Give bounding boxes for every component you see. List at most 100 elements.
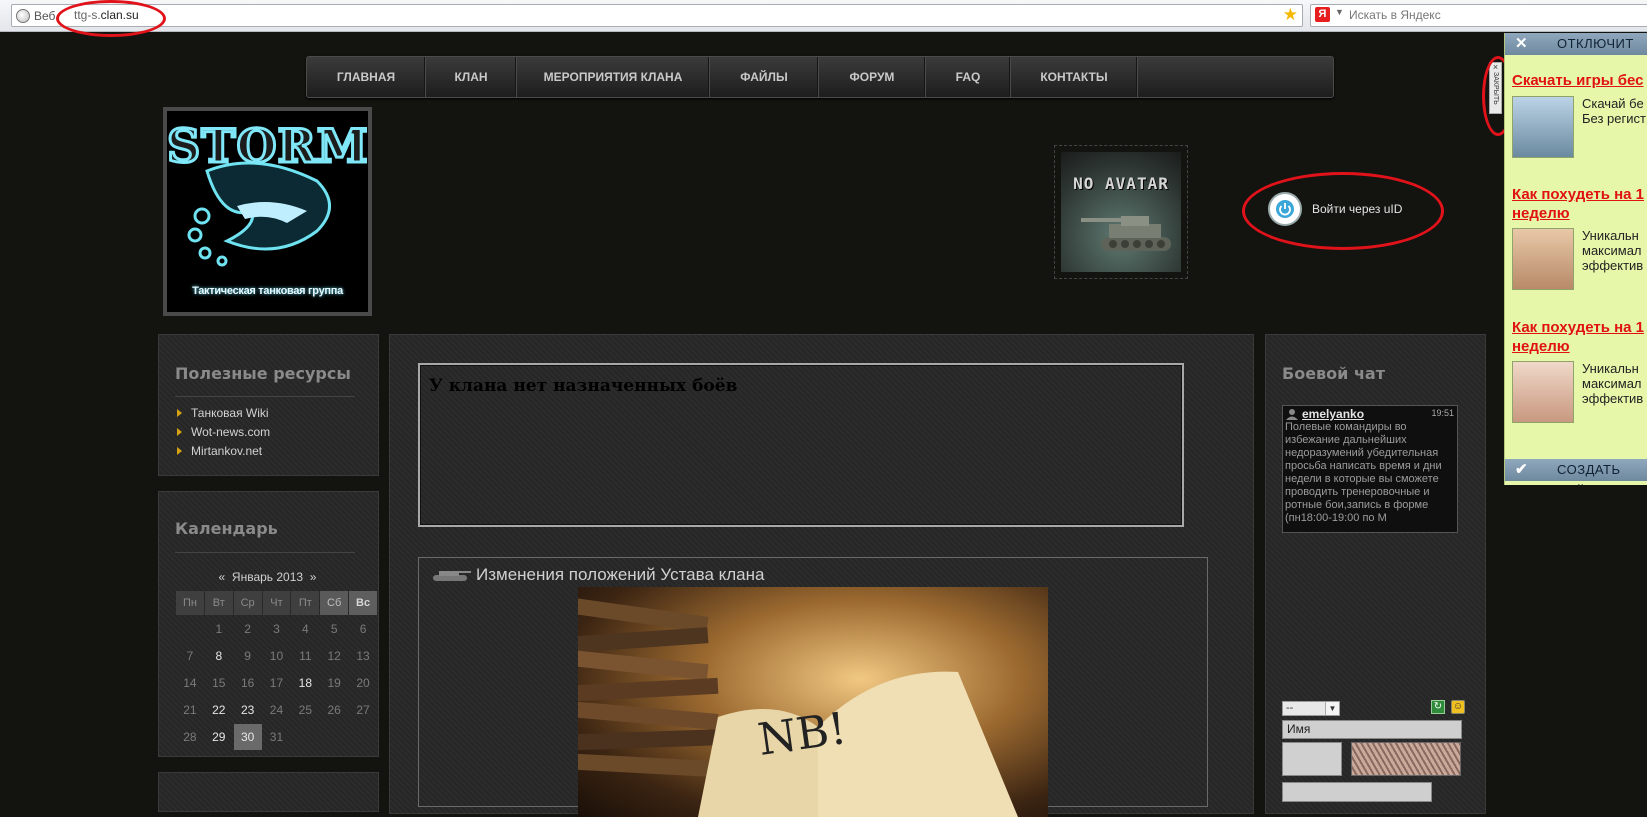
- calendar-day[interactable]: 23: [234, 697, 262, 723]
- calendar-day[interactable]: 29: [205, 724, 233, 750]
- resource-link-mirtankov[interactable]: Mirtankov.net: [177, 444, 270, 458]
- news-title[interactable]: Изменения положений Устава клана: [476, 565, 764, 585]
- nav-home[interactable]: ГЛАВНАЯ: [307, 57, 426, 97]
- calendar-day: 1: [215, 622, 223, 636]
- weekday-tue: Вт: [204, 591, 233, 615]
- smiley-icon[interactable]: ☺: [1451, 700, 1465, 714]
- nav-contacts[interactable]: КОНТАКТЫ: [1011, 57, 1138, 97]
- bullet-arrow-icon: [177, 428, 182, 436]
- site-info-badge[interactable]: Веб: [16, 7, 55, 24]
- yandex-logo-icon[interactable]: Я: [1315, 7, 1330, 22]
- ad-desc-3-line1: Уникальн: [1582, 361, 1639, 376]
- nav-clan-events[interactable]: МЕРОПРИЯТИЯ КЛАНА: [517, 57, 710, 97]
- calendar-day: 27: [356, 703, 370, 717]
- ad-title-3-line2[interactable]: неделю: [1512, 337, 1570, 356]
- url-text[interactable]: ttg-s.clan.su: [74, 8, 139, 22]
- bookmark-star-icon[interactable]: ★: [1283, 5, 1298, 24]
- ad-desc-2-line2: максимал: [1582, 243, 1642, 258]
- ad-title-2-line2[interactable]: неделю: [1512, 204, 1570, 223]
- clan-logo[interactable]: STORM Тактическая танковая группа: [163, 107, 372, 316]
- nav-files[interactable]: ФАЙЛЫ: [710, 57, 819, 97]
- calendar-week: 21 22 23 24 25 26 27: [176, 697, 377, 723]
- calendar-day[interactable]: 18: [291, 670, 319, 696]
- calendar-day[interactable]: 8: [205, 643, 233, 669]
- ad-create-site-bar[interactable]: ✔ СОЗДАТЬ САЙТ: [1505, 459, 1647, 485]
- checkmark-icon: ✔: [1515, 461, 1528, 478]
- nav-forum[interactable]: ФОРУМ: [819, 57, 926, 97]
- resource-link-wot-news[interactable]: Wot-news.com: [177, 425, 270, 439]
- calendar-day: 16: [240, 676, 255, 690]
- captcha-input[interactable]: [1282, 742, 1342, 776]
- nav-faq[interactable]: FAQ: [926, 57, 1011, 97]
- ad-desc-2-line3: эффектив: [1582, 258, 1644, 273]
- calendar-day: 19: [327, 676, 341, 690]
- ad-close-tab-label: ЗАКРЫТЬ: [1492, 72, 1499, 105]
- advertisement-sidebar: ✕ ОТКЛЮЧИТ Скачать игры бес Скачай бе Бе…: [1504, 33, 1647, 485]
- ad-desc-2-line1: Уникальн: [1582, 228, 1639, 243]
- browser-toolbar: Веб ttg-s.clan.su ★ Я ▼ Искать в Яндекс: [0, 0, 1647, 32]
- yandex-search-bar[interactable]: Я ▼ Искать в Яндекс: [1310, 4, 1647, 27]
- ad-close-tab[interactable]: × ЗАКРЫТЬ: [1489, 62, 1502, 114]
- globe-icon: [16, 8, 30, 23]
- main-navigation: ГЛАВНАЯ КЛАН МЕРОПРИЯТИЯ КЛАНА ФАЙЛЫ ФОР…: [306, 56, 1334, 98]
- search-engine-dropdown-icon[interactable]: ▼: [1335, 7, 1344, 17]
- bullet-arrow-icon: [177, 409, 182, 417]
- ad-desc-1-line2: Без регист: [1582, 111, 1646, 126]
- chat-channel-select[interactable]: -- ▼: [1282, 701, 1340, 716]
- refresh-icon[interactable]: ↻: [1431, 700, 1445, 714]
- power-icon: [1268, 192, 1302, 226]
- calendar-day: 26: [327, 703, 341, 717]
- ad-title-1[interactable]: Скачать игры бес: [1512, 71, 1643, 90]
- calendar-week: 28 29 30 31: [176, 724, 377, 750]
- resources-divider: [175, 396, 355, 397]
- calendar-day: 13: [356, 649, 370, 663]
- calendar-day: 15: [212, 676, 226, 690]
- weekday-sun: Вс: [349, 591, 377, 615]
- calendar-day: 10: [269, 649, 284, 663]
- no-avatar-image: NO AVATAR: [1061, 152, 1181, 272]
- calendar-day: 7: [186, 649, 194, 663]
- calendar-title: Календарь: [175, 519, 278, 538]
- search-placeholder: Искать в Яндекс: [1349, 8, 1441, 22]
- ad-thumbnail-2[interactable]: [1512, 228, 1574, 290]
- resource-link-label: Танковая Wiki: [191, 406, 269, 420]
- address-bar[interactable]: Веб ttg-s.clan.su ★: [11, 4, 1303, 27]
- calendar-grid: Пн Вт Ср Чт Пт Сб Вс 1 2 3 4 5 6 7 8 9 10 11 12 13 14…: [175, 590, 378, 751]
- uid-login-button[interactable]: Войти через uID: [1268, 192, 1402, 226]
- nav-clan[interactable]: КЛАН: [426, 57, 517, 97]
- calendar-day[interactable]: 22: [205, 697, 233, 723]
- calendar-day: 5: [330, 622, 338, 636]
- calendar-divider: [175, 552, 355, 553]
- calendar-days: 1 2 3 4 5 6 7 8 9 10 11 12 13 14 15 16 17 18 19 20 21 22 23 24 2…: [176, 616, 377, 750]
- ad-thumbnail-1[interactable]: [1512, 96, 1574, 158]
- resource-link-wiki[interactable]: Танковая Wiki: [177, 406, 270, 420]
- chat-username[interactable]: emelyanko: [1302, 407, 1364, 421]
- chat-name-input[interactable]: Имя: [1282, 720, 1462, 739]
- uid-login-label: Войти через uID: [1312, 202, 1403, 216]
- ad-desc-3-line3: эффектив: [1582, 391, 1644, 406]
- ad-disable-label: ОТКЛЮЧИТ: [1557, 36, 1634, 51]
- chat-messages[interactable]: emelyanko 19:51 Полевые командиры во изб…: [1282, 405, 1458, 533]
- ad-title-3[interactable]: Как похудеть на 1: [1512, 318, 1644, 337]
- calendar-next-month[interactable]: »: [310, 570, 317, 584]
- ad-desc-1-line1: Скачай бе: [1582, 96, 1644, 111]
- user-avatar[interactable]: NO AVATAR: [1054, 145, 1188, 279]
- chat-message-input[interactable]: [1282, 782, 1432, 802]
- calendar-day: 17: [269, 676, 284, 690]
- resource-link-label: Wot-news.com: [191, 425, 271, 439]
- calendar-prev-month[interactable]: «: [219, 570, 226, 584]
- ad-desc-3-line2: максимал: [1582, 376, 1642, 391]
- chat-message-text: Полевые командиры во избежание дальнейши…: [1285, 421, 1442, 524]
- left-panel-bottom: [158, 772, 379, 812]
- url-domain: clan.su: [100, 8, 139, 22]
- calendar-empty-cell: [349, 724, 377, 750]
- calendar-day[interactable]: 30: [233, 724, 262, 750]
- ad-title-2[interactable]: Как похудеть на 1: [1512, 185, 1644, 204]
- weekday-fri: Пт: [291, 591, 320, 615]
- calendar-week: 1 2 3 4 5 6: [176, 616, 377, 642]
- user-icon: [1286, 409, 1298, 420]
- ad-disable-bar[interactable]: ✕ ОТКЛЮЧИТ: [1505, 33, 1647, 55]
- ad-thumbnail-3[interactable]: [1512, 361, 1574, 423]
- chat-title: Боевой чат: [1282, 364, 1385, 383]
- calendar-month-nav: « Январь 2013 »: [175, 570, 360, 584]
